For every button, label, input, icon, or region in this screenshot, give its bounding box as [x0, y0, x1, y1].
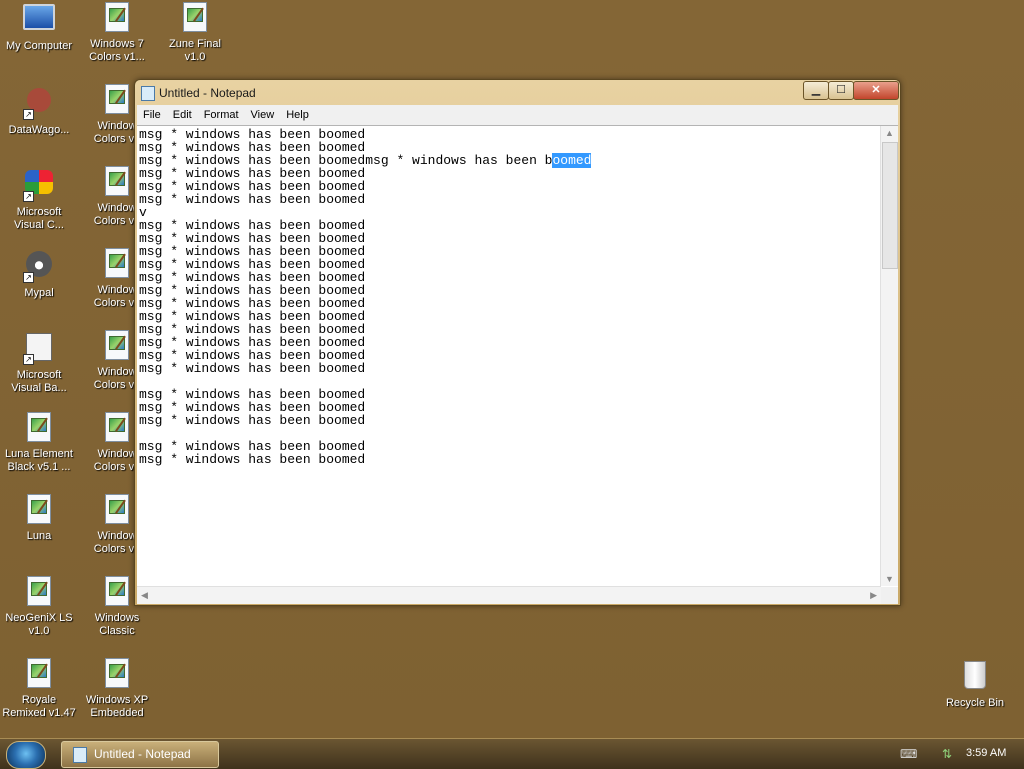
edit-area[interactable]: msg * windows has been boomed msg * windo…: [137, 125, 898, 604]
theme-file-icon: [100, 2, 134, 34]
shortcut-arrow-icon: ↗: [23, 109, 34, 120]
theme-file-icon: [22, 494, 56, 526]
my-computer-icon: [23, 4, 55, 36]
theme-file-icon: [22, 658, 56, 690]
desktop-icon[interactable]: NeoGeniX LS v1.0: [0, 576, 78, 638]
theme-file-icon: [100, 84, 134, 116]
close-button[interactable]: ✕: [853, 81, 899, 100]
desktop-icon[interactable]: Royale Remixed v1.47: [0, 658, 78, 720]
desktop-icon[interactable]: Recycle Bin: [936, 658, 1014, 710]
scroll-right-arrow-icon[interactable]: ▶: [870, 590, 877, 601]
network-icon[interactable]: ⇅: [942, 747, 952, 761]
desktop-icon[interactable]: ↗ Microsoft Visual C...: [0, 166, 78, 232]
text-line: msg * windows has been boomed: [139, 452, 366, 467]
desktop-icon[interactable]: Luna Element Black v5.1 ...: [0, 412, 78, 474]
selected-text[interactable]: oomed: [552, 153, 592, 168]
desktop-icon[interactable]: ↗ Microsoft Visual Ba...: [0, 330, 78, 395]
menu-format[interactable]: Format: [198, 105, 245, 125]
shortcut-arrow-icon: ↗: [23, 191, 34, 202]
desktop-icon-label: Luna Element Black v5.1 ...: [5, 448, 73, 473]
taskbar-button-label: Untitled - Notepad: [94, 747, 191, 761]
maximize-button[interactable]: ☐: [828, 81, 854, 100]
taskbar: Untitled - Notepad ⌨ ⇅ 3:59 AM: [0, 738, 1024, 769]
scroll-down-arrow-icon[interactable]: ▼: [885, 574, 894, 584]
notepad-icon: [73, 747, 87, 763]
theme-file-icon: [100, 166, 134, 198]
recycle-bin-icon: [959, 661, 991, 693]
desktop-icon[interactable]: Luna: [0, 494, 78, 543]
shortcut-arrow-icon: ↗: [23, 354, 34, 365]
desktop-icon-label: Royale Remixed v1.47: [2, 694, 76, 719]
minimize-button[interactable]: ▁: [803, 81, 829, 100]
desktop-icon[interactable]: Windows 7 Colors v1...: [78, 2, 156, 64]
taskbar-button-notepad[interactable]: Untitled - Notepad: [61, 741, 219, 768]
desktop-icon-label: Windows 7 Colors v1...: [89, 38, 145, 63]
desktop-icon-label: DataWago...: [8, 124, 70, 136]
menu-view[interactable]: View: [245, 105, 281, 125]
theme-file-icon: [100, 658, 134, 690]
theme-file-icon: [100, 494, 134, 526]
text-line: msg * windows has been boomed: [139, 361, 366, 376]
text-line: msg * windows has been boomed: [139, 413, 366, 428]
desktop-icon-label: Recycle Bin: [945, 697, 1005, 709]
window-title: Untitled - Notepad: [159, 86, 256, 100]
theme-file-icon: [22, 412, 56, 444]
notepad-window[interactable]: Untitled - Notepad ▁ ☐ ✕ File Edit Format V…: [134, 79, 901, 606]
desktop-icon-label: Zune Final v1.0: [169, 38, 221, 63]
mypal-icon: ↗: [23, 251, 55, 283]
text-content[interactable]: msg * windows has been boomed msg * windo…: [139, 128, 879, 586]
title-bar[interactable]: Untitled - Notepad ▁ ☐ ✕: [135, 80, 900, 104]
theme-file-icon: [100, 330, 134, 362]
desktop-icon[interactable]: My Computer: [0, 2, 78, 53]
menu-file[interactable]: File: [137, 105, 167, 125]
visual-c-icon: ↗: [23, 170, 55, 202]
desktop-icon-label: Luna: [26, 530, 52, 542]
theme-file-icon: [100, 412, 134, 444]
desktop-icon-label: Microsoft Visual C...: [14, 206, 64, 231]
keyboard-icon[interactable]: ⌨: [900, 747, 917, 761]
visual-basic-icon: ↗: [23, 333, 55, 365]
theme-file-icon: [178, 2, 212, 34]
menu-help[interactable]: Help: [280, 105, 315, 125]
scroll-up-arrow-icon[interactable]: ▲: [885, 128, 894, 138]
shortcut-arrow-icon: ↗: [23, 272, 34, 283]
desktop-icon-label: Microsoft Visual Ba...: [11, 369, 67, 394]
horizontal-scrollbar[interactable]: ◀ ▶: [137, 586, 881, 604]
menu-edit[interactable]: Edit: [167, 105, 198, 125]
resize-grip[interactable]: [881, 587, 898, 604]
theme-file-icon: [22, 576, 56, 608]
clock[interactable]: 3:59 AM: [966, 747, 1006, 759]
desktop-icon-label: Windows XP Embedded: [85, 694, 149, 719]
notepad-icon: [141, 86, 155, 101]
scroll-left-arrow-icon[interactable]: ◀: [141, 590, 148, 601]
theme-file-icon: [100, 576, 134, 608]
desktop-icon[interactable]: Windows XP Embedded: [78, 658, 156, 720]
desktop-icon-label: Mypal: [24, 287, 54, 299]
text-line: msg * windows has been boomed: [139, 192, 366, 207]
desktop-icon-label: NeoGeniX LS v1.0: [5, 612, 73, 637]
desktop-icon-label: Windows Classic: [94, 612, 140, 637]
vertical-scrollbar[interactable]: ▲ ▼: [880, 126, 898, 586]
start-button[interactable]: [6, 741, 46, 769]
theme-file-icon: [100, 248, 134, 280]
desktop-icon-label: My Computer: [5, 40, 73, 52]
datawagon-icon: ↗: [23, 88, 55, 120]
desktop-icon[interactable]: ↗ DataWago...: [0, 84, 78, 137]
desktop-icon[interactable]: Zune Final v1.0: [156, 2, 234, 64]
menu-bar: File Edit Format View Help: [137, 105, 898, 125]
vertical-scroll-thumb[interactable]: [882, 142, 898, 269]
desktop-icon[interactable]: ↗ Mypal: [0, 248, 78, 300]
